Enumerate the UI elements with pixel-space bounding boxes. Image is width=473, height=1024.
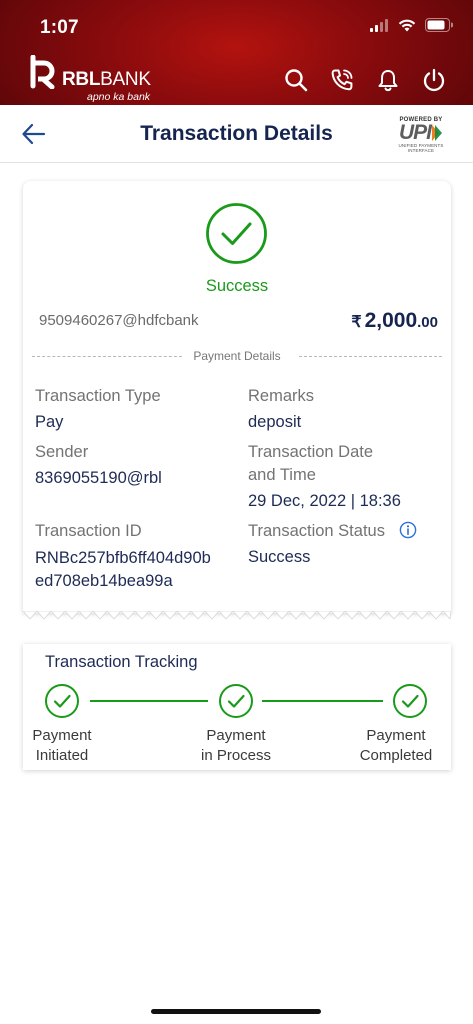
step-in-process-label: Payment in Process bbox=[200, 727, 272, 764]
currency-symbol: ₹ bbox=[351, 314, 362, 331]
step-initiated-check-icon bbox=[45, 684, 79, 718]
battery-icon bbox=[425, 18, 453, 32]
remarks-value: deposit bbox=[248, 413, 302, 431]
step-completed-label: Payment Completed bbox=[359, 727, 433, 764]
transaction-id-label: Transaction ID bbox=[35, 522, 142, 540]
receipt-zigzag-edge bbox=[23, 611, 451, 620]
phone-icon bbox=[331, 69, 353, 91]
wifi-icon bbox=[398, 19, 416, 31]
transaction-date-label-line2: and Time bbox=[248, 466, 316, 484]
status-icons bbox=[370, 18, 453, 32]
signal-icon bbox=[370, 18, 388, 32]
search-button[interactable] bbox=[282, 66, 310, 94]
step-completed-check-icon bbox=[393, 684, 427, 718]
tracking-connector-2 bbox=[262, 700, 383, 702]
transaction-date-label-line1: Transaction Date bbox=[248, 443, 374, 461]
app-header: 1:07 RBLBANK apno ka bank bbox=[0, 0, 473, 105]
upi-subtitle: UNIFIED PAYMENTS INTERFACE bbox=[398, 143, 444, 153]
bell-icon bbox=[378, 70, 398, 92]
title-bar: Transaction Details POWERED BY UPI UNIFI… bbox=[0, 105, 473, 163]
upi-logo: POWERED BY UPI UNIFIED PAYMENTS INTERFAC… bbox=[389, 117, 453, 155]
amount-whole: 2,000 bbox=[364, 309, 418, 332]
rbl-logo-icon bbox=[30, 55, 55, 89]
tracking-connector-1 bbox=[90, 700, 208, 702]
transaction-status-label: Transaction Status bbox=[248, 522, 385, 540]
call-button[interactable] bbox=[328, 66, 356, 94]
brand-tagline: apno ka bank bbox=[87, 91, 151, 103]
transaction-amount: ₹2,000.00 bbox=[351, 309, 438, 333]
logout-button[interactable] bbox=[420, 66, 448, 94]
payee-vpa: 9509460267@hdfcbank bbox=[39, 312, 199, 329]
step-initiated-label: Payment Initiated bbox=[32, 727, 92, 764]
sender-value: 8369055190@rbl bbox=[35, 469, 162, 487]
notifications-button[interactable] bbox=[374, 66, 402, 94]
transaction-details-card: Success 9509460267@hdfcbank ₹2,000.00 Pa… bbox=[23, 181, 451, 620]
success-check-icon bbox=[206, 203, 267, 264]
tracking-title: Transaction Tracking bbox=[45, 653, 198, 671]
transaction-status-heading: Success bbox=[205, 277, 269, 295]
header-actions bbox=[282, 66, 448, 94]
status-time: 1:07 bbox=[40, 17, 79, 38]
transaction-type-value: Pay bbox=[35, 413, 64, 431]
upi-text: UPI bbox=[398, 121, 432, 144]
home-indicator[interactable] bbox=[151, 1009, 321, 1014]
payment-details-divider: Payment Details bbox=[32, 349, 442, 365]
transaction-id-value-line1: RNBc257bfb6ff404d90b bbox=[35, 549, 211, 567]
transaction-status-value: Success bbox=[248, 548, 311, 566]
search-icon bbox=[285, 69, 308, 92]
step-in-process-check-icon bbox=[219, 684, 253, 718]
transaction-date-value: 29 Dec, 2022 | 18:36 bbox=[248, 492, 401, 510]
rbl-logo: RBLBANK apno ka bank bbox=[30, 55, 151, 103]
transaction-id-value-line2: ed708eb14bea99a bbox=[35, 572, 173, 590]
amount-decimal: .00 bbox=[417, 314, 438, 331]
brand-name: RBLBANK bbox=[62, 69, 151, 90]
transaction-tracking-card: Transaction Tracking Payment Initiated Pa… bbox=[23, 644, 451, 770]
info-icon[interactable] bbox=[399, 521, 417, 539]
remarks-label: Remarks bbox=[248, 387, 315, 405]
power-icon bbox=[423, 68, 445, 92]
upi-mark: UPI bbox=[389, 121, 453, 144]
upi-arrow-icon bbox=[432, 125, 442, 141]
transaction-type-label: Transaction Type bbox=[35, 387, 161, 405]
sender-label: Sender bbox=[35, 443, 89, 461]
dashed-divider-right bbox=[299, 356, 442, 357]
